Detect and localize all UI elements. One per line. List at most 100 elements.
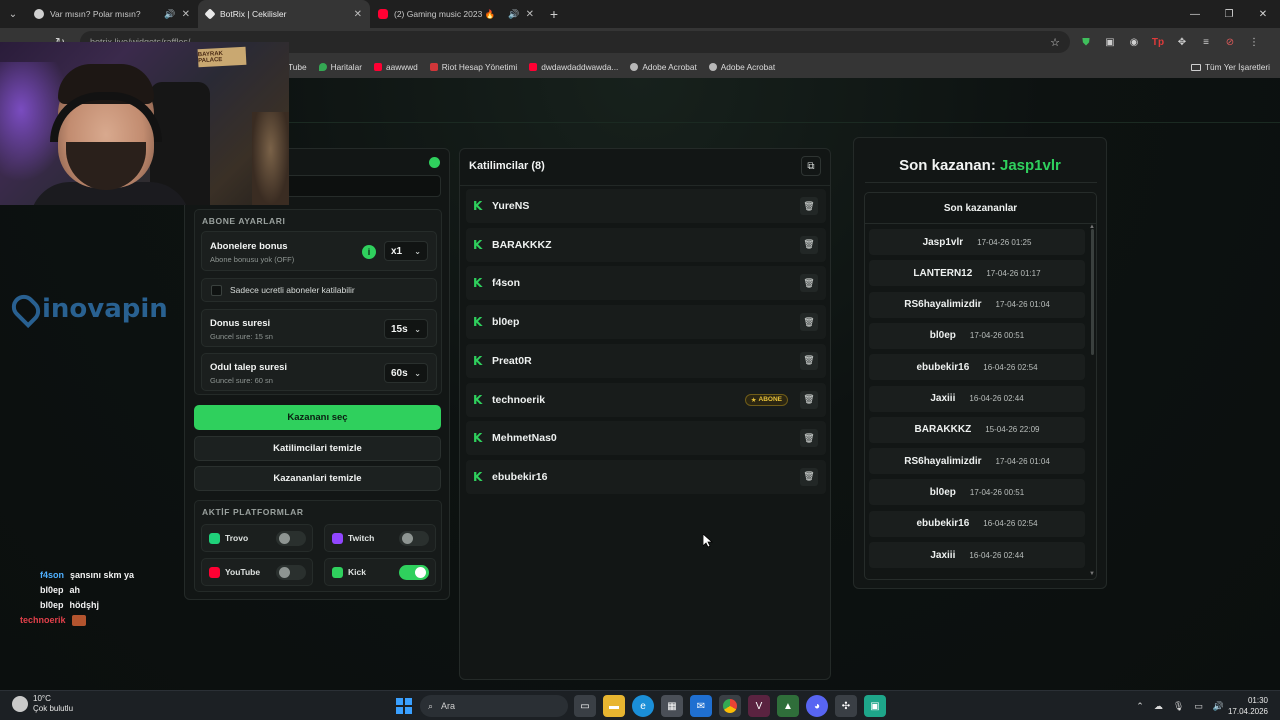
divider — [865, 182, 1097, 183]
speaker-icon[interactable]: 🔊 — [164, 9, 175, 20]
claim-time-dropdown[interactable]: 60s ⌄ — [384, 363, 428, 383]
winner-name: LANTERN12 — [913, 267, 973, 279]
participant-name: YureNS — [492, 200, 530, 212]
chevron-down-icon: ⌄ — [414, 368, 421, 378]
winner-name: Jaxiii — [930, 393, 956, 404]
start-icon[interactable] — [396, 698, 412, 714]
close-tab-icon[interactable]: ✕ — [526, 9, 534, 20]
close-tab-icon[interactable]: ✕ — [182, 9, 190, 20]
tab-title: (2) Gaming music 2023 🔥 — [394, 8, 496, 19]
dropdown-value: 15s — [391, 323, 408, 335]
trash-icon[interactable]: 🗑 — [800, 467, 818, 486]
tab-botrix[interactable]: BotRix | Cekilisler ✕ — [198, 0, 370, 28]
winner-name: ebubekir16 — [916, 518, 970, 530]
new-tab-button[interactable]: + — [542, 6, 566, 22]
tab-gaming-music[interactable]: (2) Gaming music 2023 🔥 🔊 ✕ — [370, 0, 542, 28]
taskbar-search[interactable]: ⌕ Ara — [420, 695, 568, 717]
extension-icon[interactable]: ▣ — [1102, 37, 1118, 48]
scrollbar-thumb[interactable] — [1091, 229, 1094, 355]
webcam-overlay: BAYRAK PALACE — [0, 42, 289, 205]
shield-extension-icon[interactable]: ⛊ — [1078, 37, 1094, 48]
youtube-toggle[interactable] — [276, 565, 306, 580]
outlook-icon[interactable]: ✉ — [690, 695, 712, 717]
pick-winner-button[interactable]: Kazananı seç — [194, 405, 441, 430]
participant-name: ebubekir16 — [492, 470, 548, 483]
clear-winners-button[interactable]: Kazananlari temizle — [194, 466, 441, 491]
paid-only-checkbox[interactable] — [211, 285, 222, 296]
toggle-knob — [415, 567, 426, 578]
extension-icon[interactable]: ◉ — [1126, 37, 1142, 48]
winner-row: ebubekir16 16-04-26 02:54 — [869, 510, 1085, 537]
microphone-icon[interactable]: 🎙 — [1173, 701, 1184, 712]
clock-time: 01:30 — [1247, 696, 1268, 705]
volume-icon[interactable]: 🔊 — [1213, 701, 1224, 712]
media-control-icon[interactable]: ≡ — [1198, 37, 1214, 48]
bookmark-star-icon[interactable]: ☆ — [1050, 36, 1060, 49]
task-view-icon[interactable]: ▭ — [574, 695, 596, 717]
weather-widget[interactable]: 10°C Çok bulutlu — [12, 694, 73, 714]
paid-only-row[interactable]: Sadece ucretli aboneler katilabilir — [201, 278, 437, 302]
store-icon[interactable]: ▦ — [661, 695, 683, 717]
chrome-icon[interactable] — [719, 695, 741, 717]
tab-search-icon[interactable]: ⌄ — [0, 0, 26, 28]
trash-icon[interactable]: 🗑 — [800, 235, 818, 254]
clear-participants-button[interactable]: Katilimcilari temizle — [194, 436, 441, 461]
all-bookmarks[interactable]: Tüm Yer İşaretleri — [1190, 56, 1270, 78]
tab-polar[interactable]: Var mısın? Polar mısın? 🔊 ✕ — [26, 0, 198, 28]
bookmark-maps[interactable]: Haritalar — [318, 62, 362, 72]
trovo-toggle[interactable] — [276, 531, 306, 546]
recent-winners-title: Son kazananlar — [943, 203, 1018, 214]
divider — [460, 185, 830, 186]
more-menu-icon[interactable]: ⋮ — [1246, 37, 1262, 48]
copy-icon[interactable]: ⧉ — [801, 156, 821, 176]
app-icon[interactable]: ▲ — [777, 695, 799, 717]
winner-row: BARAKKKZ 15-04-26 22:09 — [869, 416, 1085, 443]
trash-icon[interactable]: 🗑 — [800, 429, 818, 448]
trash-icon[interactable]: 🗑 — [800, 351, 818, 370]
network-icon[interactable]: ▭ — [1194, 701, 1203, 712]
bookmark-riot[interactable]: Riot Hesap Yönetimi — [429, 62, 517, 72]
twitch-toggle[interactable] — [399, 531, 429, 546]
close-tab-icon[interactable]: ✕ — [354, 9, 362, 20]
winner-row: Jaxiii 16-04-26 02:44 — [869, 542, 1085, 568]
webcam-sign: BAYRAK PALACE — [197, 46, 247, 68]
app-icon[interactable]: ▣ — [864, 695, 886, 717]
trash-icon[interactable]: 🗑 — [800, 313, 818, 332]
scroll-up-icon[interactable]: ▲ — [1089, 224, 1095, 230]
last-winner-prefix: Son kazanan: — [899, 157, 996, 174]
bookmark-aawwwd[interactable]: aawwwd — [373, 62, 418, 72]
trash-icon[interactable]: 🗑 — [800, 197, 818, 215]
stream-chat: f4son şansını skm ya bl0ep ah bl0ep hödş… — [20, 568, 134, 628]
youtube-icon — [209, 567, 220, 578]
clock[interactable]: 01:30 17.04.2026 — [1228, 695, 1268, 717]
onedrive-icon[interactable]: ☁ — [1154, 701, 1163, 712]
kick-toggle[interactable] — [399, 565, 429, 580]
restore-icon[interactable]: ❐ — [1212, 0, 1246, 28]
checkbox-label: Sadece ucretli aboneler katilabilir — [230, 285, 355, 295]
trash-icon[interactable]: 🗑 — [800, 274, 818, 293]
speaker-icon[interactable]: 🔊 — [508, 9, 519, 20]
bookmark-adobe-1[interactable]: Adobe Acrobat — [630, 62, 697, 72]
scroll-down-icon[interactable]: ▼ — [1089, 571, 1095, 577]
winner-row: bl0ep 17-04-26 00:51 — [869, 479, 1085, 506]
tp-extension-icon[interactable]: Tp — [1150, 37, 1166, 48]
edge-icon[interactable]: e — [632, 695, 654, 717]
tab-favicon-icon — [34, 9, 44, 19]
puzzle-icon[interactable]: ✥ — [1174, 37, 1190, 48]
minimize-icon[interactable]: — — [1178, 0, 1212, 28]
winner-date: 17-04-26 01:04 — [995, 300, 1050, 310]
bookmark-adobe-2[interactable]: Adobe Acrobat — [708, 62, 775, 72]
trash-icon[interactable]: 🗑 — [800, 390, 818, 409]
bookmark-dwd[interactable]: dwdawdaddwawda... — [529, 62, 618, 72]
vegas-icon[interactable]: V — [748, 695, 770, 717]
duration-dropdown[interactable]: 15s ⌄ — [384, 319, 428, 339]
info-icon[interactable]: i — [362, 245, 376, 259]
toggle-knob — [402, 533, 413, 544]
profile-icon[interactable]: ⊘ — [1222, 37, 1238, 48]
chevron-up-icon[interactable]: ⌃ — [1136, 701, 1144, 712]
app-icon[interactable]: ✣ — [835, 695, 857, 717]
bonus-dropdown[interactable]: x1 ⌄ — [384, 241, 428, 261]
close-window-icon[interactable]: ✕ — [1246, 0, 1280, 28]
discord-icon[interactable]: ◕ — [806, 695, 828, 717]
file-explorer-icon[interactable]: ▬ — [603, 695, 625, 717]
